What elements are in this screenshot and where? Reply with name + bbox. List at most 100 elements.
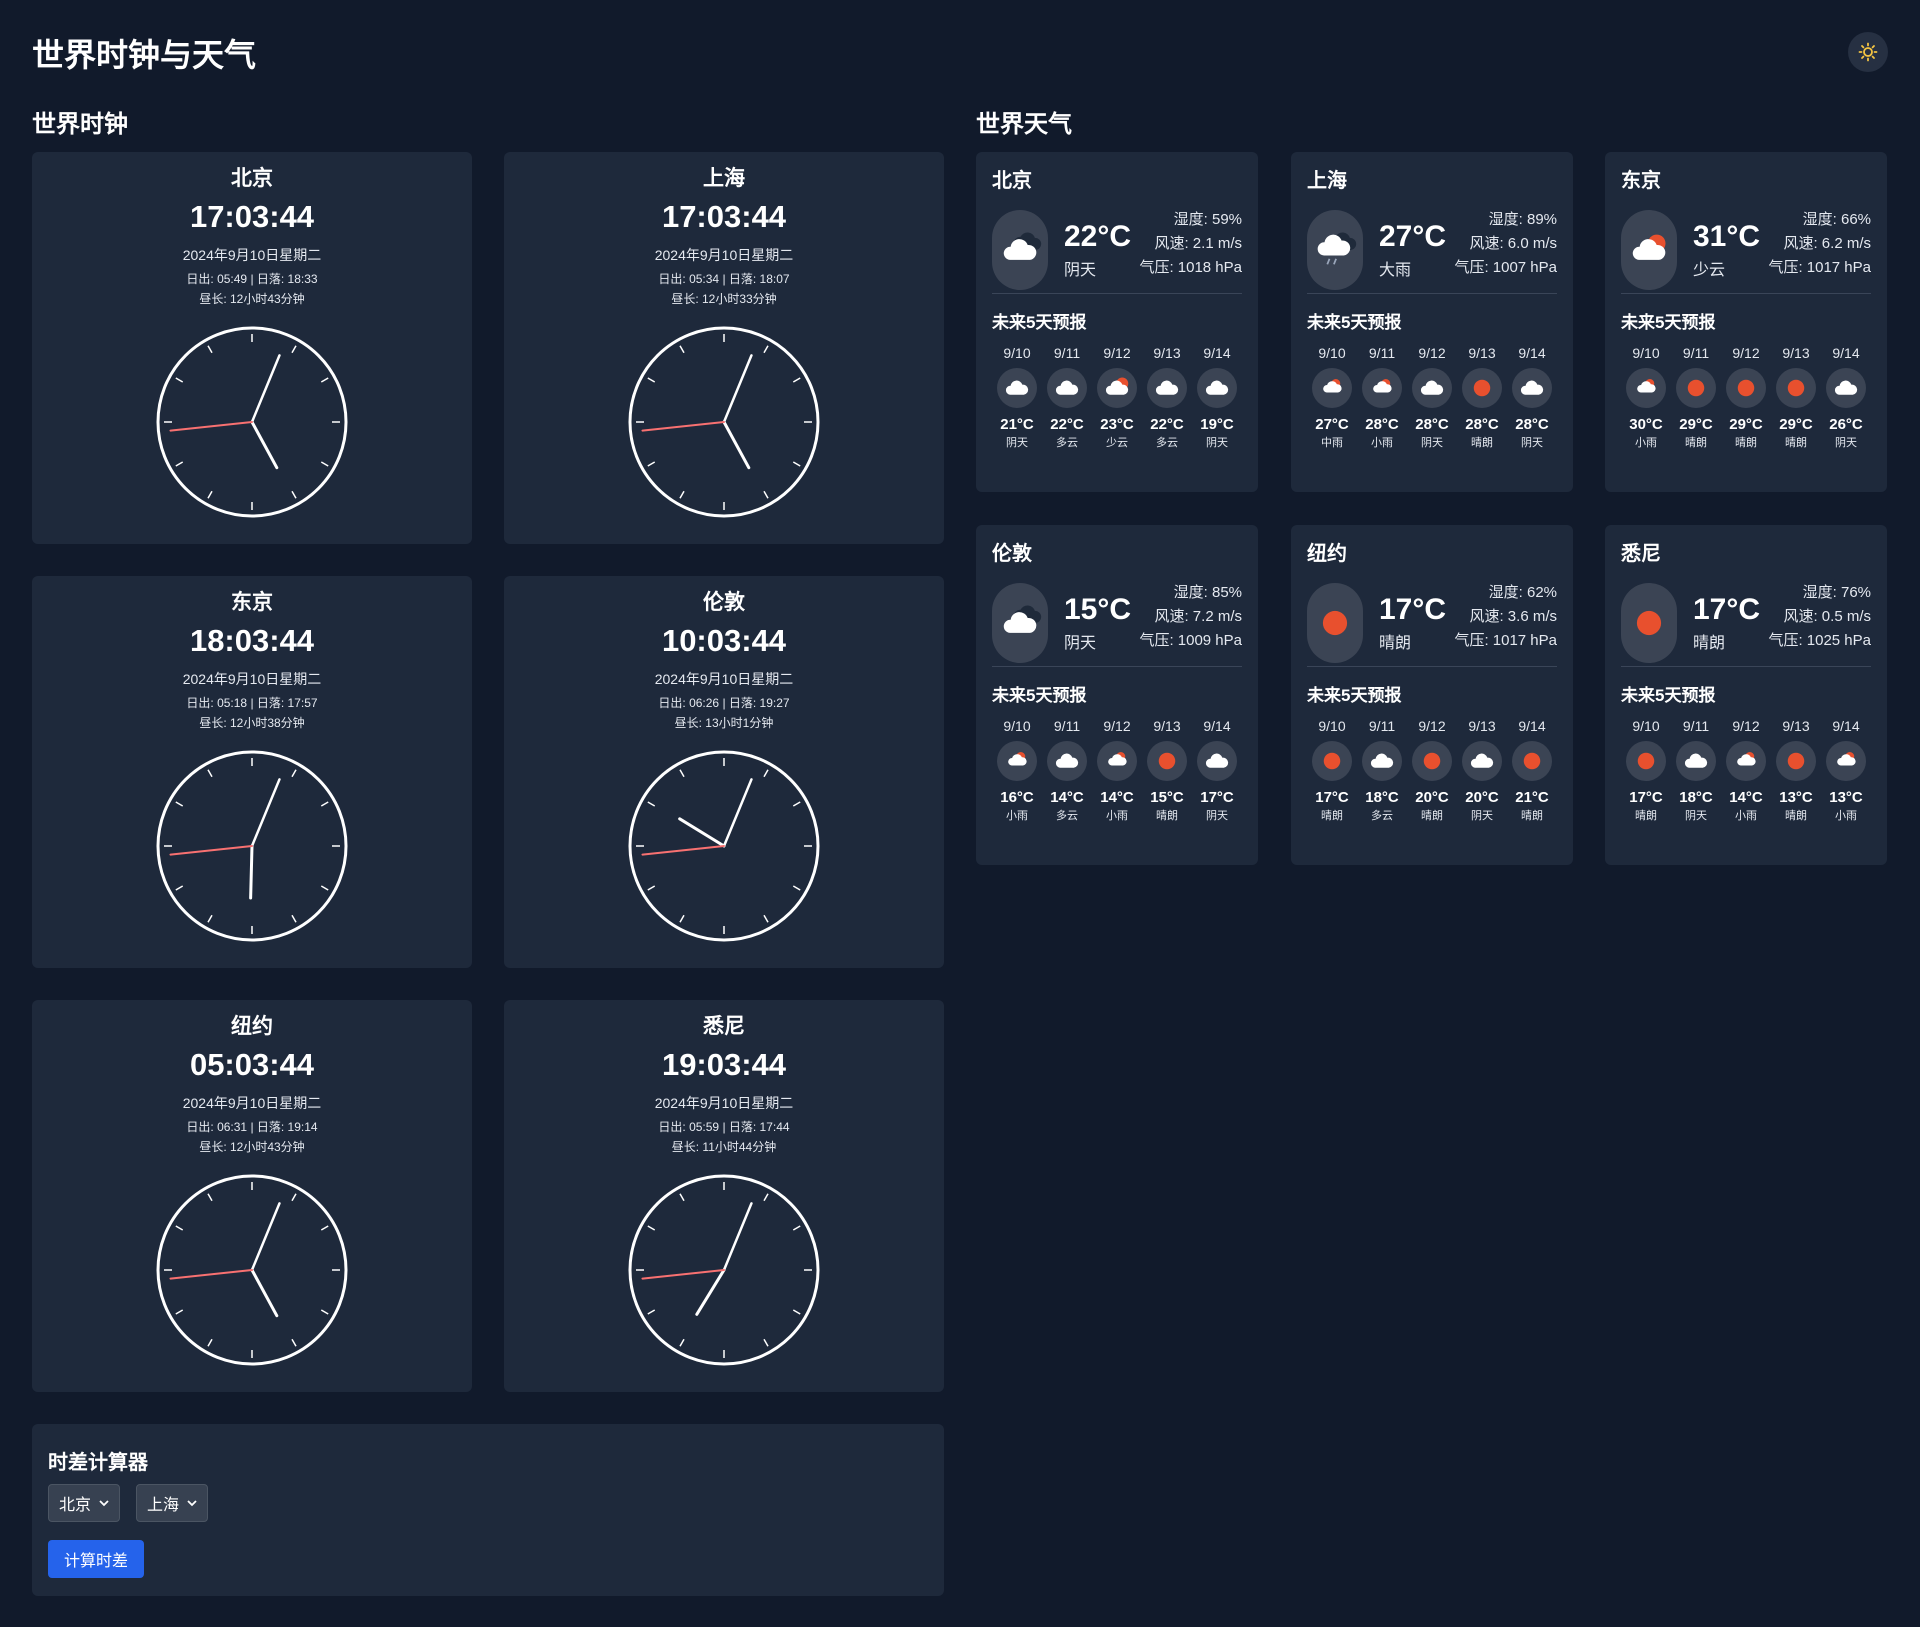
weather-card: 北京 22°C 阴天 湿度: 59% 风速: 2.1 m/s 气压: 1018 hPa 未来… [976,152,1258,492]
forecast-day: 9/12 14°C 小雨 [1723,717,1769,823]
forecast-condition: 阴天 [1521,437,1543,449]
forecast-temperature: 17°C [1629,789,1663,806]
clock-tick [792,801,801,807]
clock-date: 2024年9月10日星期二 [182,1095,322,1111]
clock-digital-time: 18:03:44 [189,623,315,658]
cloud-icon [1205,380,1229,395]
forecast-temperature: 22°C [1050,416,1084,433]
forecast-condition: 晴朗 [1421,810,1443,822]
forecast-icon [1462,741,1502,781]
current-weather-icon [992,583,1048,663]
sun-rain-icon [1373,379,1392,393]
forecast-condition: 阴天 [1206,437,1228,449]
sun-icon [1323,752,1341,770]
forecast-day: 9/10 16°C 小雨 [994,717,1040,823]
forecast-day: 9/10 17°C 晴朗 [1623,717,1669,823]
clock-tick [320,461,329,467]
clock-tick [679,769,685,778]
calculate-difference-button[interactable]: 计算时差 [48,1540,144,1578]
weather-stats: 湿度: 62% 风速: 3.6 m/s 气压: 1017 hPa [1454,581,1557,653]
forecast-condition: 多云 [1371,810,1393,822]
weather-stats: 湿度: 85% 风速: 7.2 m/s 气压: 1009 hPa [1139,581,1242,653]
day-length: 昼长: 12小时33分钟 [671,292,777,306]
second-hand [169,1269,253,1280]
hour-hand [695,1268,726,1316]
forecast-title: 未来5天预报 [1621,313,1716,332]
clock-digital-time: 17:03:44 [189,199,315,234]
sunrise-sunset: 日出: 05:59 | 日落: 17:44 [658,1120,790,1134]
forecast-day: 9/13 28°C 晴朗 [1459,344,1505,450]
current-condition: 晴朗 [1693,635,1726,652]
cloud-icon [1834,380,1858,395]
clock-tick [792,885,801,891]
theme-toggle-button[interactable] [1848,32,1888,72]
forecast-condition: 少云 [1106,437,1128,449]
forecast-date: 9/10 [1003,718,1031,734]
humidity: 湿度: 62% [1488,584,1557,601]
forecast-date: 9/12 [1732,718,1760,734]
humidity: 湿度: 85% [1173,584,1242,601]
current-weather: 22°C 阴天 湿度: 59% 风速: 2.1 m/s 气压: 1018 hPa [992,194,1242,294]
cloud-icon [1470,753,1494,768]
second-hand [169,421,253,432]
clock-card: 纽约 05:03:44 2024年9月10日星期二 日出: 06:31 | 日落: 1… [32,1000,472,1392]
forecast-temperature: 14°C [1050,789,1084,806]
clock-tick [763,1193,769,1202]
current-condition: 阴天 [1064,262,1097,279]
forecast-date: 9/11 [1368,345,1396,361]
forecast-icon [1676,368,1716,408]
forecast-temperature: 27°C [1315,416,1349,433]
sun-rain-icon [1323,379,1342,393]
forecast-condition: 小雨 [1371,437,1393,449]
day-length: 昼长: 12小时38分钟 [199,716,305,730]
wind-speed: 风速: 7.2 m/s [1154,608,1242,625]
forecast-day: 9/14 26°C 阴天 [1823,344,1869,450]
current-weather: 17°C 晴朗 湿度: 76% 风速: 0.5 m/s 气压: 1025 hPa [1621,567,1871,667]
clock-date: 2024年9月10日星期二 [182,247,322,263]
clock-tick [792,461,801,467]
current-condition: 晴朗 [1379,635,1412,652]
forecast-temperature: 20°C [1465,789,1499,806]
forecast-icon [1776,368,1816,408]
forecast-condition: 晴朗 [1321,810,1343,822]
forecast-temperature: 29°C [1679,416,1713,433]
sun-icon [1787,379,1805,397]
clock-tick [647,1309,656,1315]
from-city-value: 北京 [59,1497,92,1514]
pressure: 气压: 1007 hPa [1454,259,1557,276]
sun-theme-icon [1858,42,1878,62]
forecast-condition: 阴天 [1471,810,1493,822]
cloud-sun-icon [1003,232,1042,260]
sun-icon [1687,379,1705,397]
to-city-select[interactable]: 上海 [136,1484,208,1522]
forecast-icon [1412,741,1452,781]
forecast-day: 9/13 22°C 多云 [1144,344,1190,450]
sun-icon [1737,379,1755,397]
forecast-icon [1726,741,1766,781]
from-city-select[interactable]: 北京 [48,1484,120,1522]
weather-city-name: 伦敦 [992,543,1032,565]
clock-tick [320,377,329,383]
forecast-day: 9/12 28°C 阴天 [1409,344,1455,450]
clock-tick [320,801,329,807]
forecast-icon [997,368,1037,408]
clock-tick [763,769,769,778]
forecast-title: 未来5天预报 [1307,313,1402,332]
forecast-condition: 晴朗 [1735,437,1757,449]
day-length: 昼长: 13小时1分钟 [674,716,774,730]
sun-icon [1322,610,1348,636]
analog-clock-face [628,750,820,942]
second-hand [641,421,725,432]
second-hand [641,1269,725,1280]
clock-city-name: 东京 [231,591,273,614]
pressure: 气压: 1017 hPa [1768,259,1871,276]
forecast-condition: 阴天 [1206,810,1228,822]
forecast-condition: 阴天 [1685,810,1707,822]
clock-tick [647,461,656,467]
weather-card: 伦敦 15°C 阴天 湿度: 85% 风速: 7.2 m/s 气压: 1009 hPa 未来… [976,525,1258,865]
forecast-temperature: 28°C [1515,416,1549,433]
forecast-icon [1362,741,1402,781]
forecast-day: 9/11 18°C 阴天 [1673,717,1719,823]
forecast-date: 9/12 [1103,718,1131,734]
forecast-date: 9/14 [1832,345,1860,361]
